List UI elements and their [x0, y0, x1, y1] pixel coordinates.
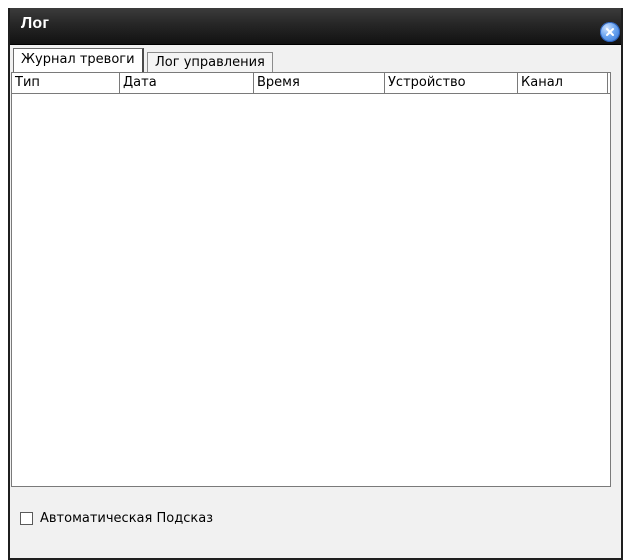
tab-bar: Журнал тревоги Лог управления: [13, 48, 613, 72]
close-button[interactable]: [600, 22, 620, 42]
auto-hint-option[interactable]: Автоматическая Подсказ: [20, 511, 213, 526]
tab-alarm-journal[interactable]: Журнал тревоги: [13, 48, 144, 72]
column-header-device[interactable]: Устройство: [385, 73, 518, 93]
tab-control-log[interactable]: Лог управления: [147, 52, 273, 72]
list-body[interactable]: [12, 94, 610, 486]
window-title: Лог: [21, 15, 50, 32]
column-header-type[interactable]: Тип: [12, 73, 120, 93]
auto-hint-checkbox[interactable]: [20, 512, 33, 525]
list-header: Тип Дата Время Устройство Канал: [12, 73, 610, 94]
log-list[interactable]: Тип Дата Время Устройство Канал: [11, 72, 611, 487]
footer: Автоматическая Подсказ: [11, 489, 611, 549]
auto-hint-label[interactable]: Автоматическая Подсказ: [40, 511, 213, 526]
title-bar[interactable]: Лог: [10, 8, 621, 45]
close-icon: [606, 28, 614, 36]
column-header-date[interactable]: Дата: [120, 73, 254, 93]
log-window: Лог Журнал тревоги Лог управления Тип Да…: [8, 8, 623, 560]
column-header-time[interactable]: Время: [254, 73, 385, 93]
column-header-channel[interactable]: Канал: [518, 73, 608, 93]
